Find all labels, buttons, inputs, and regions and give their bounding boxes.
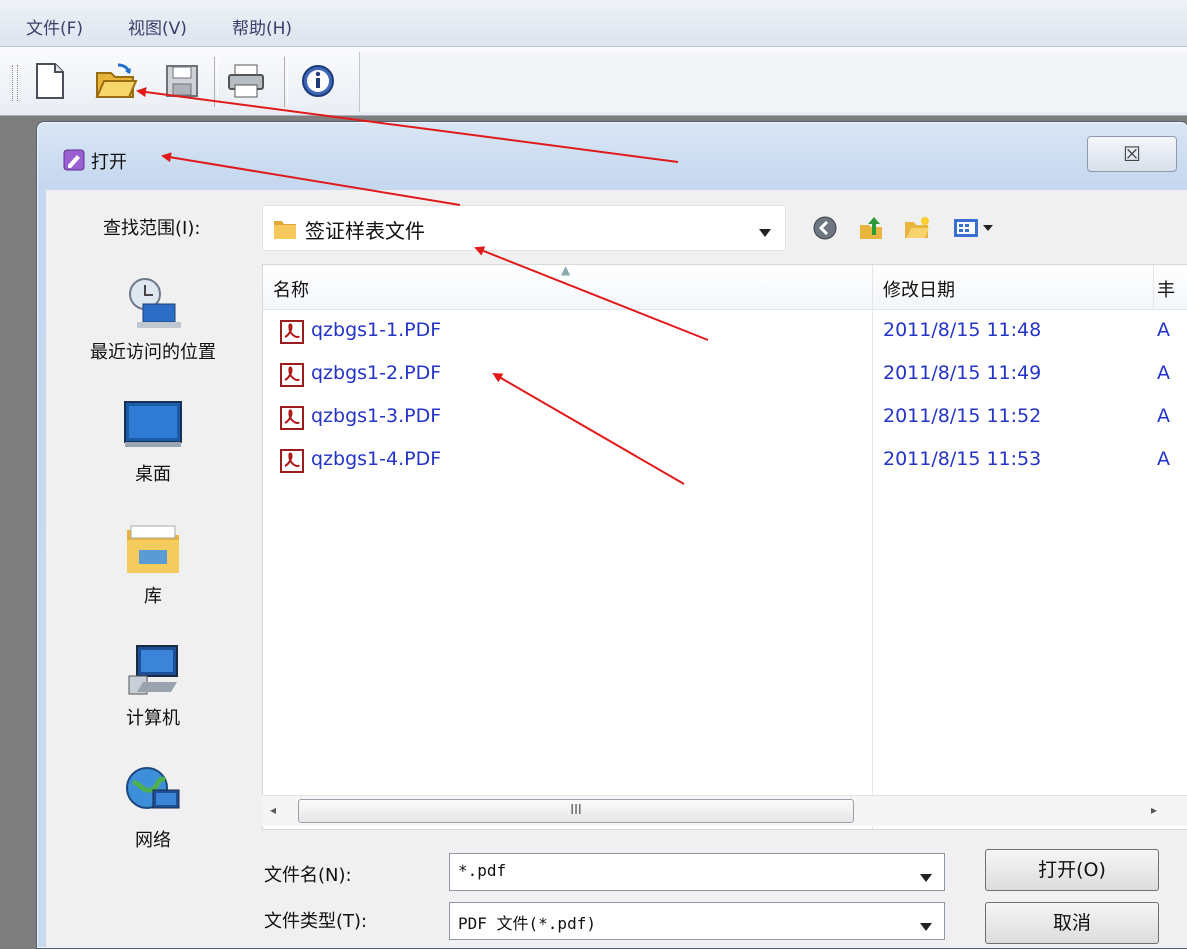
dialog-app-icon [63,149,85,171]
place-desktop[interactable]: 桌面 [46,398,260,486]
menu-help[interactable]: 帮助(H) [232,14,292,39]
file-type-cut: A [1157,362,1170,384]
column-date-header[interactable]: 修改日期 [883,276,955,302]
scroll-left-icon[interactable]: ◂ [270,803,276,817]
desktop-icon [123,398,183,454]
column-divider [1153,265,1154,309]
toolbar-grip [12,65,18,101]
column-type-header[interactable]: 丰 [1157,276,1175,302]
back-icon[interactable] [810,214,840,242]
new-document-icon[interactable] [26,57,74,105]
horizontal-scrollbar[interactable]: ◂ III ▸ [262,795,1187,826]
column-header-row: 名称 ▲ 修改日期 丰 [263,263,1187,310]
toolbar-separator [214,57,218,107]
toolbar-separator [284,57,288,107]
file-date: 2011/8/15 11:53 [883,448,1042,470]
chevron-down-icon[interactable] [920,867,932,886]
file-name: qzbgs1-3.PDF [311,405,442,427]
file-type-cut: A [1157,319,1170,341]
file-type-cut: A [1157,405,1170,427]
recent-places-icon [123,276,183,332]
view-menu-icon[interactable] [950,214,998,242]
place-recent[interactable]: 最近访问的位置 [46,276,260,364]
menu-file[interactable]: 文件(F) [26,14,83,39]
file-name: qzbgs1-1.PDF [311,319,442,341]
pdf-file-icon [279,405,305,431]
file-type-label: 文件类型(T): [264,911,368,932]
chevron-down-icon [759,222,771,241]
network-icon [123,764,183,820]
pdf-file-icon [279,319,305,345]
file-type-value: PDF 文件(*.pdf) [458,914,596,933]
look-in-value: 签证样表文件 [305,219,425,243]
file-name-combobox[interactable]: *.pdf [449,853,945,891]
sort-ascending-icon: ▲ [561,263,571,277]
file-date: 2011/8/15 11:48 [883,319,1042,341]
file-row[interactable]: qzbgs1-1.PDF 2011/8/15 11:48 A [263,311,1187,353]
place-label: 最近访问的位置 [90,342,216,363]
computer-icon [123,642,183,698]
close-icon: ☒ [1123,142,1141,166]
up-folder-icon[interactable] [856,214,886,242]
pdf-file-icon [279,448,305,474]
info-icon[interactable] [294,57,342,105]
column-name-header[interactable]: 名称 [273,276,309,302]
open-button[interactable]: 打开(O) [985,849,1159,891]
look-in-label: 查找范围(I): [103,218,201,239]
toolbar-empty-area [359,52,1187,112]
chevron-down-icon[interactable] [920,916,932,935]
file-name: qzbgs1-4.PDF [311,448,442,470]
scroll-right-icon[interactable]: ▸ [1151,803,1157,817]
new-folder-icon[interactable] [902,214,932,242]
file-row[interactable]: qzbgs1-3.PDF 2011/8/15 11:52 A [263,397,1187,439]
file-type-cut: A [1157,448,1170,470]
file-type-combobox[interactable]: PDF 文件(*.pdf) [449,902,945,940]
print-icon[interactable] [222,57,270,105]
folder-icon [273,218,297,244]
place-label: 桌面 [135,464,171,485]
cancel-button[interactable]: 取消 [985,902,1159,944]
scroll-thumb[interactable]: III [298,799,854,823]
file-name-label: 文件名(N): [264,865,352,886]
file-name-value: *.pdf [458,861,507,880]
pdf-file-icon [279,362,305,388]
dialog-title: 打开 [91,152,127,173]
place-libraries[interactable]: 库 [46,520,260,608]
file-row[interactable]: qzbgs1-2.PDF 2011/8/15 11:49 A [263,354,1187,396]
menu-view[interactable]: 视图(V) [128,14,187,39]
open-folder-icon[interactable] [92,57,140,105]
file-row[interactable]: qzbgs1-4.PDF 2011/8/15 11:53 A [263,440,1187,482]
file-list[interactable]: 名称 ▲ 修改日期 丰 qzbgs1-1.PDF 2011/8/15 11:48… [262,263,1187,830]
place-label: 网络 [135,830,171,851]
place-label: 计算机 [126,708,180,729]
menu-bar: 文件(F) 视图(V) 帮助(H) [0,0,1187,47]
look-in-combobox[interactable]: 签证样表文件 [262,205,786,251]
places-bar: 最近访问的位置 桌面 库 计算机 网络 [46,258,260,947]
place-computer[interactable]: 计算机 [46,642,260,730]
save-icon[interactable] [158,57,206,105]
close-button[interactable]: ☒ [1087,136,1177,172]
place-label: 库 [144,586,162,607]
libraries-icon [123,520,183,576]
file-name: qzbgs1-2.PDF [311,362,442,384]
place-network[interactable]: 网络 [46,764,260,852]
file-date: 2011/8/15 11:52 [883,405,1042,427]
file-date: 2011/8/15 11:49 [883,362,1042,384]
